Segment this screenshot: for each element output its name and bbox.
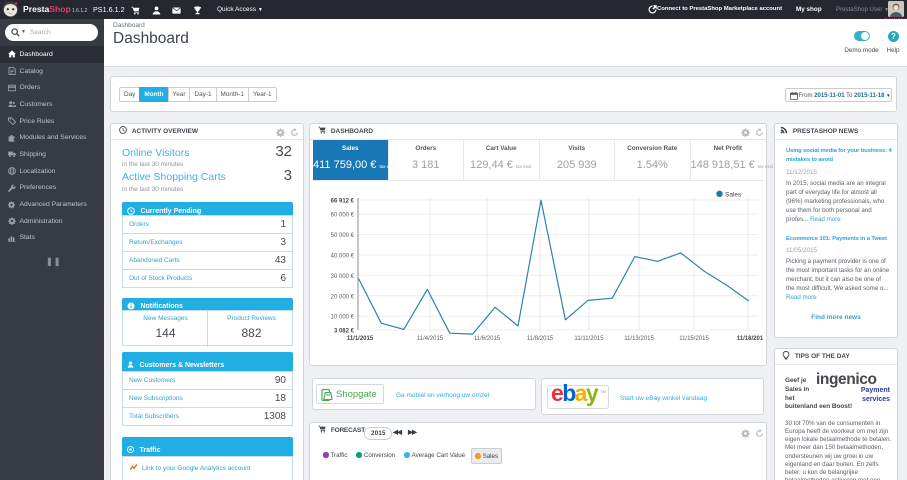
svg-text:40 000 €: 40 000 € — [331, 254, 355, 260]
svg-text:20 000 €: 20 000 € — [331, 294, 355, 300]
svg-text:30 000 €: 30 000 € — [331, 274, 355, 280]
svg-text:11/11/2015: 11/11/2015 — [574, 336, 604, 342]
svg-text:10 000 €: 10 000 € — [331, 315, 355, 321]
svg-text:11/13/2015: 11/13/2015 — [624, 336, 654, 342]
svg-text:11/1/2015: 11/1/2015 — [347, 336, 374, 342]
svg-text:66 912 €: 66 912 € — [331, 199, 355, 205]
svg-text:11/8/2015: 11/8/2015 — [527, 336, 554, 342]
svg-text:Sales: Sales — [725, 191, 742, 198]
svg-text:11/6/2015: 11/6/2015 — [474, 336, 501, 342]
svg-text:11/15/2015: 11/15/2015 — [679, 336, 709, 342]
svg-text:60 000 €: 60 000 € — [331, 213, 355, 219]
svg-text:3 082 €: 3 082 € — [334, 329, 355, 335]
svg-text:50 000 €: 50 000 € — [331, 233, 355, 239]
svg-text:11/4/2015: 11/4/2015 — [417, 336, 444, 342]
svg-text:11/18/201: 11/18/201 — [737, 336, 764, 342]
